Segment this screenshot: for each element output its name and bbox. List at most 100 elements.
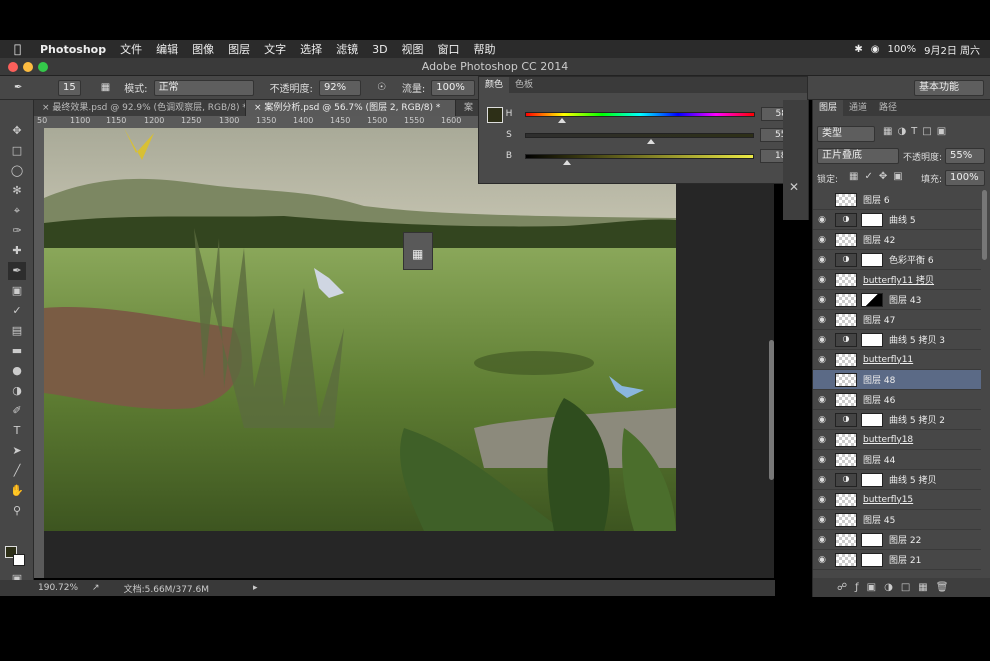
menu-image[interactable]: 图像: [192, 41, 214, 57]
eye-icon[interactable]: ◉: [813, 235, 831, 245]
type-tool-icon[interactable]: T: [8, 422, 26, 440]
brush-size[interactable]: 15: [58, 79, 81, 96]
opacity-field[interactable]: 92%: [318, 79, 361, 96]
brightness-slider-thumb[interactable]: [562, 159, 571, 165]
tab-layers[interactable]: 图层: [813, 100, 844, 116]
tab-final-effect[interactable]: × 最终效果.psd @ 92.9% (色调观察层, RGB/8) *: [34, 100, 246, 116]
apple-icon[interactable]: : [14, 42, 28, 56]
blend-mode-select[interactable]: 正片叠底: [817, 148, 899, 164]
flow-field[interactable]: 100%: [431, 79, 476, 96]
menu-type[interactable]: 文字: [264, 41, 286, 57]
lasso-tool-icon[interactable]: ◯: [8, 162, 26, 180]
pen-tool-icon[interactable]: ✐: [8, 402, 26, 420]
brush-tool-icon[interactable]: ✒: [14, 82, 32, 93]
layer-row[interactable]: ◉ butterfly18: [813, 430, 981, 450]
minimize-window-button[interactable]: [23, 62, 33, 72]
eye-icon[interactable]: ◉: [813, 495, 831, 505]
bluetooth-icon[interactable]: ✱: [854, 44, 862, 55]
saturation-slider-thumb[interactable]: [647, 138, 656, 144]
zoom-window-button[interactable]: [38, 62, 48, 72]
mode-select[interactable]: 正常: [153, 79, 254, 96]
tab-case-analysis[interactable]: × 案例分析.psd @ 56.7% (图层 2, RGB/8) *: [246, 100, 456, 116]
tab-paths[interactable]: 路径: [873, 100, 903, 116]
tools-preset-icon[interactable]: ✕: [789, 180, 799, 194]
layer-row[interactable]: ◉ ◑ 曲线 5 拷贝: [813, 470, 981, 490]
menu-view[interactable]: 视图: [402, 41, 424, 57]
eye-icon[interactable]: ◉: [813, 555, 831, 565]
vertical-scrollbar[interactable]: [769, 340, 774, 480]
status-menu-arrow-icon[interactable]: ▸: [253, 583, 258, 593]
marquee-tool-icon[interactable]: □: [8, 142, 26, 160]
close-icon[interactable]: ×: [254, 103, 264, 113]
eye-icon[interactable]: ◉: [813, 255, 831, 265]
eyedropper-tool-icon[interactable]: ✑: [8, 222, 26, 240]
layer-row[interactable]: ◉ 图层 46: [813, 390, 981, 410]
eye-icon[interactable]: ◉: [813, 435, 831, 445]
filter-icons[interactable]: ▦◑T□▣: [883, 126, 951, 137]
eye-icon[interactable]: ◉: [813, 335, 831, 345]
layer-row[interactable]: ◉ ◑ 曲线 5 拷贝 3: [813, 330, 981, 350]
layer-row[interactable]: ◉ butterfly11 拷贝: [813, 270, 981, 290]
layer-opacity-field[interactable]: 55%: [945, 148, 985, 164]
document-canvas[interactable]: [44, 128, 676, 531]
lock-icons[interactable]: ▦✓✥▣: [849, 171, 909, 182]
eye-icon[interactable]: ◉: [813, 275, 831, 285]
hue-slider-thumb[interactable]: [558, 117, 567, 123]
hand-tool-icon[interactable]: ✋: [8, 482, 26, 500]
zoom-level[interactable]: 190.72%: [38, 583, 78, 593]
eye-icon[interactable]: ◉: [813, 215, 831, 225]
crop-tool-icon[interactable]: ⌖: [8, 202, 26, 220]
quick-select-tool-icon[interactable]: ✻: [8, 182, 26, 200]
eye-icon[interactable]: ◉: [813, 535, 831, 545]
eye-icon[interactable]: ◉: [813, 415, 831, 425]
pressure-opacity-icon[interactable]: ☉: [377, 82, 386, 93]
brush-panel-icon[interactable]: ▦: [101, 82, 110, 93]
eye-icon[interactable]: ◉: [813, 295, 831, 305]
history-brush-tool-icon[interactable]: ✓: [8, 302, 26, 320]
menu-file[interactable]: 文件: [120, 41, 142, 57]
workspace-select[interactable]: 基本功能: [914, 80, 984, 96]
layer-row[interactable]: ◉ 图层 43: [813, 290, 981, 310]
eye-icon[interactable]: ◉: [813, 475, 831, 485]
wifi-icon[interactable]: ◉: [871, 44, 880, 55]
layer-row-selected[interactable]: 图层 48: [813, 370, 981, 390]
eye-icon[interactable]: ◉: [813, 515, 831, 525]
filter-kind-select[interactable]: 类型: [817, 126, 875, 142]
layer-row[interactable]: ◉ ◑ 曲线 5: [813, 210, 981, 230]
layer-row[interactable]: ◉ butterfly11: [813, 350, 981, 370]
gradient-tool-icon[interactable]: ▬: [8, 342, 26, 360]
eye-icon[interactable]: ◉: [813, 455, 831, 465]
dodge-tool-icon[interactable]: ◑: [8, 382, 26, 400]
layer-row[interactable]: ◉ ◑ 色彩平衡 6: [813, 250, 981, 270]
brightness-slider[interactable]: [524, 153, 755, 165]
menu-filter[interactable]: 滤镜: [336, 41, 358, 57]
hue-slider[interactable]: [525, 111, 755, 123]
shape-tool-icon[interactable]: ╱: [8, 462, 26, 480]
layer-row[interactable]: ◉ butterfly15: [813, 490, 981, 510]
saturation-slider[interactable]: [524, 132, 755, 144]
menu-help[interactable]: 帮助: [474, 41, 496, 57]
panel-icon[interactable]: ▦: [412, 247, 423, 261]
layer-row[interactable]: ◉ 图层 22: [813, 530, 981, 550]
close-icon[interactable]: ×: [42, 103, 52, 113]
collapsed-panel[interactable]: ▦: [403, 232, 433, 270]
layer-row[interactable]: ◉ 图层 47: [813, 310, 981, 330]
fill-field[interactable]: 100%: [945, 170, 985, 186]
move-tool-icon[interactable]: ✥: [8, 122, 26, 140]
eye-icon[interactable]: ◉: [813, 355, 831, 365]
menu-select[interactable]: 选择: [300, 41, 322, 57]
path-select-tool-icon[interactable]: ➤: [8, 442, 26, 460]
layer-row[interactable]: ◉ 图层 44: [813, 450, 981, 470]
menu-3d[interactable]: 3D: [372, 43, 387, 56]
tab-channels[interactable]: 通道: [843, 100, 873, 116]
menu-edit[interactable]: 编辑: [156, 41, 178, 57]
menu-window[interactable]: 窗口: [438, 41, 460, 57]
tab-swatches[interactable]: 色板: [509, 77, 539, 93]
zoom-tool-icon[interactable]: ⚲: [8, 502, 26, 520]
layer-row[interactable]: ◉ 图层 21: [813, 550, 981, 570]
app-menu[interactable]: Photoshop: [40, 43, 106, 56]
tab-more[interactable]: 案: [456, 100, 479, 116]
background-color-swatch[interactable]: [13, 554, 25, 566]
tab-color[interactable]: 颜色: [479, 77, 510, 93]
layers-scrollbar[interactable]: [982, 190, 987, 260]
